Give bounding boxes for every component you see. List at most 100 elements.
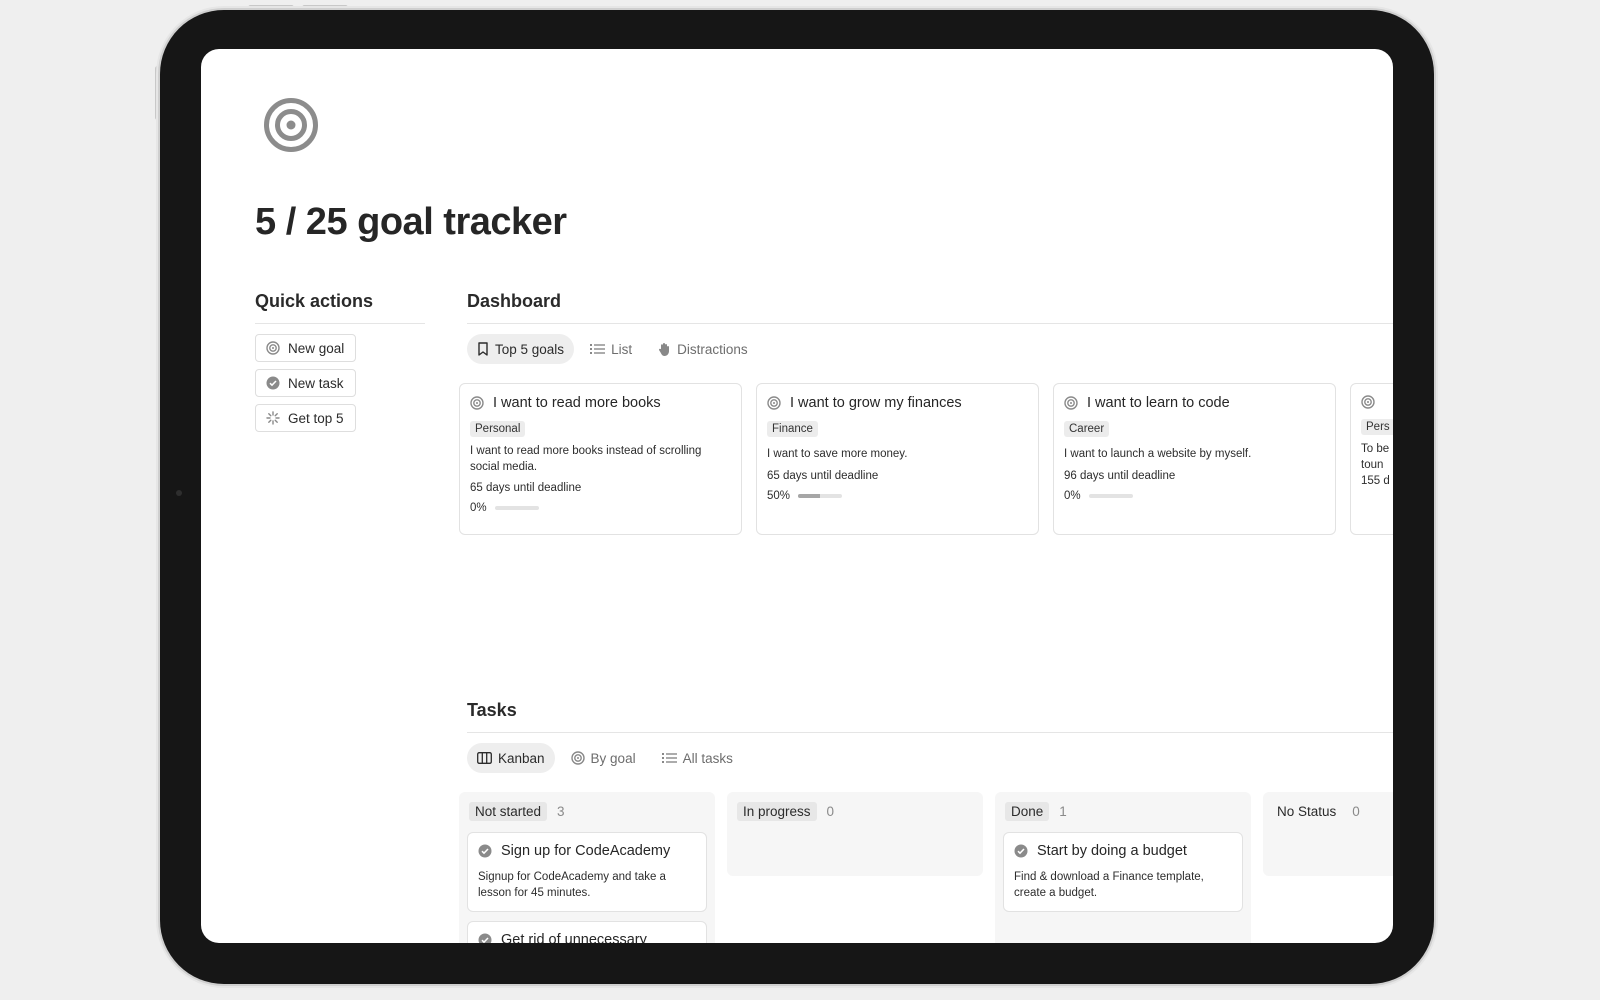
dashboard-section: Dashboard Top 5 goals List Distractions … (459, 291, 1393, 535)
new-goal-button[interactable]: New goal (255, 334, 356, 362)
tab-label: List (611, 341, 633, 357)
goal-tag: Career (1064, 421, 1110, 437)
goal-card[interactable]: I want to grow my finances Finance I wan… (756, 383, 1039, 535)
goal-tag: Pers (1361, 419, 1393, 435)
goal-title: I want to learn to code (1087, 395, 1230, 411)
target-icon (1361, 395, 1375, 409)
tab-label: Kanban (498, 750, 545, 766)
new-goal-label: New goal (288, 340, 345, 356)
goal-card[interactable]: Pers To be toun 155 d (1350, 383, 1393, 535)
tab-label: Top 5 goals (495, 341, 565, 357)
goal-title: I want to grow my finances (790, 395, 962, 411)
check-circle-icon (1014, 844, 1028, 858)
column-label: No Status (1277, 804, 1337, 819)
target-icon (264, 98, 318, 152)
kanban-column-in-progress: In progress 0 (727, 792, 983, 876)
hand-icon (659, 343, 670, 356)
goal-tag: Personal (470, 421, 526, 437)
screen: 5 / 25 goal tracker Quick actions New go… (201, 49, 1393, 943)
task-title: Get rid of unnecessary (501, 932, 647, 943)
check-circle-icon (478, 933, 492, 943)
kanban-column-done: Done 1 Start by doing a budget Find & do… (995, 792, 1251, 943)
dashboard-heading: Dashboard (467, 291, 1393, 324)
get-top-5-label: Get top 5 (288, 410, 344, 426)
goal-description-line: To be (1361, 443, 1390, 455)
goal-description: I want to save more money. (767, 448, 908, 460)
goal-deadline: 65 days until deadline (767, 470, 879, 482)
tab-distractions[interactable]: Distractions (648, 334, 758, 364)
quick-actions-list: New goal New task Get top 5 (255, 334, 425, 432)
quick-actions-heading: Quick actions (255, 291, 425, 324)
sparkle-icon (266, 411, 280, 425)
task-card[interactable]: Get rid of unnecessary (467, 921, 707, 943)
goal-description: To be toun (1361, 441, 1393, 473)
goal-card[interactable]: I want to learn to code Career I want to… (1053, 383, 1336, 535)
progress-label: 50% (767, 490, 791, 502)
target-icon (266, 341, 280, 355)
column-label: In progress (737, 802, 817, 821)
new-task-button[interactable]: New task (255, 369, 356, 397)
task-card[interactable]: Start by doing a budget Find & download … (1003, 832, 1243, 912)
progress-label: 0% (470, 502, 487, 514)
tasks-section: Tasks Kanban By goal All tasks Not start… (459, 700, 1393, 943)
dashboard-tabs: Top 5 goals List Distractions (467, 334, 1393, 364)
column-count: 0 (1352, 804, 1360, 819)
front-camera (176, 490, 182, 496)
goal-cards: I want to read more books Personal I wan… (459, 383, 1393, 535)
progress-label: 0% (1064, 490, 1081, 502)
column-count: 0 (826, 804, 835, 819)
board-icon (477, 752, 492, 764)
target-icon (767, 396, 781, 410)
goal-deadline: 155 d (1361, 475, 1390, 487)
tab-all-tasks[interactable]: All tasks (652, 743, 743, 773)
kanban-board: Not started 3 Sign up for CodeAcademy Si… (459, 792, 1393, 943)
goal-tag: Finance (767, 421, 818, 437)
progress-bar (494, 506, 539, 510)
new-task-label: New task (288, 375, 344, 391)
task-card[interactable]: Sign up for CodeAcademy Signup for CodeA… (467, 832, 707, 912)
tab-label: All tasks (682, 750, 733, 766)
list-icon (590, 344, 606, 354)
goal-progress: 0% (1064, 490, 1325, 502)
column-count: 3 (557, 804, 565, 819)
task-title: Sign up for CodeAcademy (501, 843, 671, 859)
column-label: Done (1005, 802, 1050, 821)
column-count: 1 (1059, 804, 1067, 819)
check-circle-icon (478, 844, 492, 858)
goal-card[interactable]: I want to read more books Personal I wan… (459, 383, 742, 535)
goal-progress: 0% (470, 502, 731, 514)
target-icon (1064, 396, 1078, 410)
quick-actions-section: Quick actions New goal New task Get top … (255, 291, 425, 439)
goal-progress: 50% (767, 490, 1028, 502)
progress-bar (798, 494, 843, 498)
column-label: Not started (469, 802, 548, 821)
goal-title: I want to read more books (493, 395, 661, 411)
kanban-column-not-started: Not started 3 Sign up for CodeAcademy Si… (459, 792, 715, 943)
tasks-heading: Tasks (467, 700, 1393, 733)
goal-description: I want to read more books instead of scr… (470, 445, 702, 473)
tasks-tabs: Kanban By goal All tasks (467, 743, 1393, 773)
check-circle-icon (266, 376, 280, 390)
tab-list[interactable]: List (580, 334, 642, 364)
task-description: Signup for CodeAcademy and take a lesson… (478, 871, 666, 899)
goal-deadline: 96 days until deadline (1064, 470, 1176, 482)
get-top-5-button[interactable]: Get top 5 (255, 404, 356, 432)
goal-description-line: toun (1361, 459, 1384, 471)
task-description: Find & download a Finance template, crea… (1014, 871, 1204, 899)
task-title: Start by doing a budget (1037, 843, 1187, 859)
kanban-column-no-status: No Status 0 (1263, 792, 1393, 876)
tab-by-goal[interactable]: By goal (561, 743, 646, 773)
list-icon (661, 753, 677, 763)
tab-label: By goal (590, 750, 636, 766)
page-title: 5 / 25 goal tracker (255, 201, 567, 243)
bookmark-icon (478, 342, 488, 356)
target-icon (470, 396, 484, 410)
tab-top-5-goals[interactable]: Top 5 goals (467, 334, 575, 364)
progress-fill (798, 494, 821, 498)
goal-deadline: 65 days until deadline (470, 482, 582, 494)
goal-description: I want to launch a website by myself. (1064, 448, 1252, 460)
progress-bar (1088, 494, 1133, 498)
target-icon (570, 751, 585, 765)
tab-kanban[interactable]: Kanban (467, 743, 555, 773)
tab-label: Distractions (677, 341, 748, 357)
